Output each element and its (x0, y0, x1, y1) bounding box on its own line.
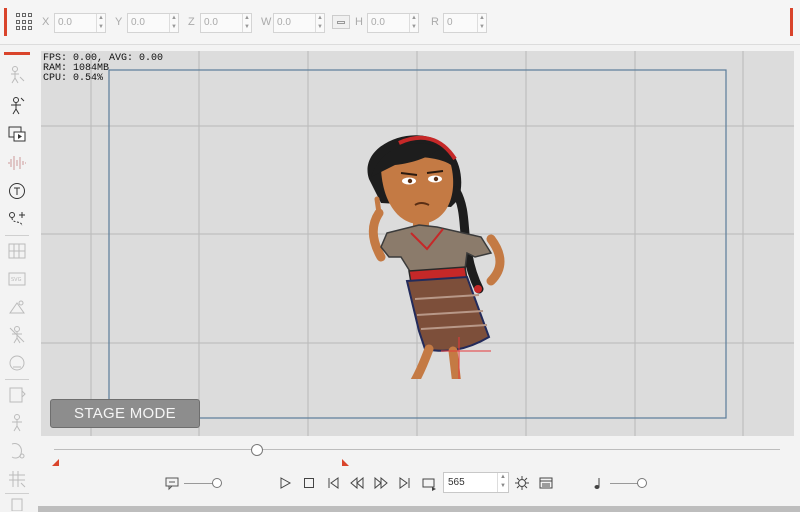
character-figure[interactable] (341, 129, 521, 379)
head-icon[interactable] (7, 353, 27, 373)
actor-icon[interactable] (7, 65, 27, 85)
h-spinner[interactable]: ▲ ▼ (409, 14, 418, 32)
r-value: 0 (447, 17, 453, 28)
sidebar-divider (5, 235, 29, 236)
z-spinner[interactable]: ▲ ▼ (242, 14, 251, 32)
performance-stats: FPS: 0.00, AVG: 0.00 RAM: 1084MB CPU: 0.… (43, 54, 163, 84)
timeline-track[interactable] (54, 449, 780, 450)
audio-icon[interactable] (7, 153, 27, 173)
x-value: 0.0 (58, 17, 72, 28)
grid-layout-icon[interactable] (7, 241, 27, 261)
x-input[interactable]: 0.0 ▲ ▼ (54, 13, 106, 33)
h-label: H (355, 16, 363, 28)
svg-icon[interactable]: SVG (7, 269, 27, 289)
w-value: 0.0 (277, 17, 291, 28)
bone-edit-icon[interactable] (7, 96, 27, 116)
svg-text:SVG: SVG (11, 277, 22, 283)
r-spinner[interactable]: ▲ ▼ (477, 14, 486, 32)
app-window: X 0.0 ▲▼ Y 0.0 ▲▼ Z 0.0 ▲▼ W 0.0 ▲▼ (0, 0, 800, 512)
subtitle-slider-knob[interactable] (212, 478, 222, 488)
h-value: 0.0 (371, 17, 385, 28)
subtitle-icon[interactable] (164, 475, 180, 491)
r-input[interactable]: 0 ▲ ▼ (443, 13, 487, 33)
play-icon[interactable] (277, 475, 293, 491)
frame-input[interactable]: 565 ▲ ▼ (443, 472, 509, 493)
grid-icon[interactable] (16, 13, 34, 31)
y-input[interactable]: 0.0 ▲ ▼ (127, 13, 179, 33)
volume-slider-knob[interactable] (637, 478, 647, 488)
out-point-marker[interactable] (342, 459, 349, 466)
x-label: X (42, 16, 50, 28)
w-label: W (261, 16, 272, 28)
frame-value: 565 (448, 477, 465, 488)
pose-icon[interactable] (7, 413, 27, 433)
stage-mode-button[interactable]: STAGE MODE (50, 399, 200, 428)
character-icon[interactable] (7, 325, 27, 345)
timeline[interactable] (41, 436, 794, 466)
scene-media-icon[interactable] (7, 124, 27, 144)
stop-icon[interactable] (301, 475, 317, 491)
mirror-icon[interactable] (7, 385, 27, 405)
prop-icon[interactable] (7, 297, 27, 317)
text-icon[interactable] (7, 181, 27, 201)
z-value: 0.0 (204, 17, 218, 28)
next-key-icon[interactable] (373, 475, 389, 491)
x-spinner[interactable]: ▲ ▼ (96, 14, 105, 32)
last-frame-icon[interactable] (397, 475, 413, 491)
link-aspect-icon[interactable] (332, 15, 350, 29)
y-label: Y (115, 16, 123, 28)
loop-icon[interactable] (421, 475, 437, 491)
transform-toolbar: X 0.0 ▲▼ Y 0.0 ▲▼ Z 0.0 ▲▼ W 0.0 ▲▼ (0, 0, 800, 45)
settings-icon[interactable] (514, 475, 530, 491)
first-frame-icon[interactable] (325, 475, 341, 491)
w-spinner[interactable]: ▲ ▼ (315, 14, 324, 32)
w-input[interactable]: 0.0 ▲ ▼ (273, 13, 325, 33)
list-icon[interactable] (538, 475, 554, 491)
h-input[interactable]: 0.0 ▲ ▼ (367, 13, 419, 33)
y-spinner[interactable]: ▲ ▼ (169, 14, 178, 32)
playhead-knob[interactable] (251, 444, 264, 456)
r-label: R (431, 16, 439, 28)
playback-controls: 565 ▲ ▼ (0, 470, 800, 498)
motion-path-icon[interactable] (7, 210, 27, 230)
z-label: Z (188, 16, 195, 28)
music-note-icon[interactable] (590, 475, 606, 491)
cpu-readout: CPU: 0.54% (43, 73, 104, 84)
in-point-marker[interactable] (52, 459, 59, 466)
y-value: 0.0 (131, 17, 145, 28)
sidebar-accent (4, 52, 30, 55)
prev-key-icon[interactable] (349, 475, 365, 491)
tool-sidebar: SVG (0, 45, 34, 512)
toolbar-accent-right (790, 8, 793, 36)
face-icon[interactable] (7, 441, 27, 461)
bottom-scrollbar[interactable] (38, 506, 800, 512)
frame-spinner[interactable]: ▲ ▼ (497, 473, 508, 492)
sidebar-divider (5, 379, 29, 380)
toolbar-accent-left (4, 8, 7, 36)
layer-icon[interactable] (7, 497, 27, 511)
stage-canvas[interactable]: FPS: 0.00, AVG: 0.00 RAM: 1084MB CPU: 0.… (41, 51, 794, 436)
z-input[interactable]: 0.0 ▲ ▼ (200, 13, 252, 33)
